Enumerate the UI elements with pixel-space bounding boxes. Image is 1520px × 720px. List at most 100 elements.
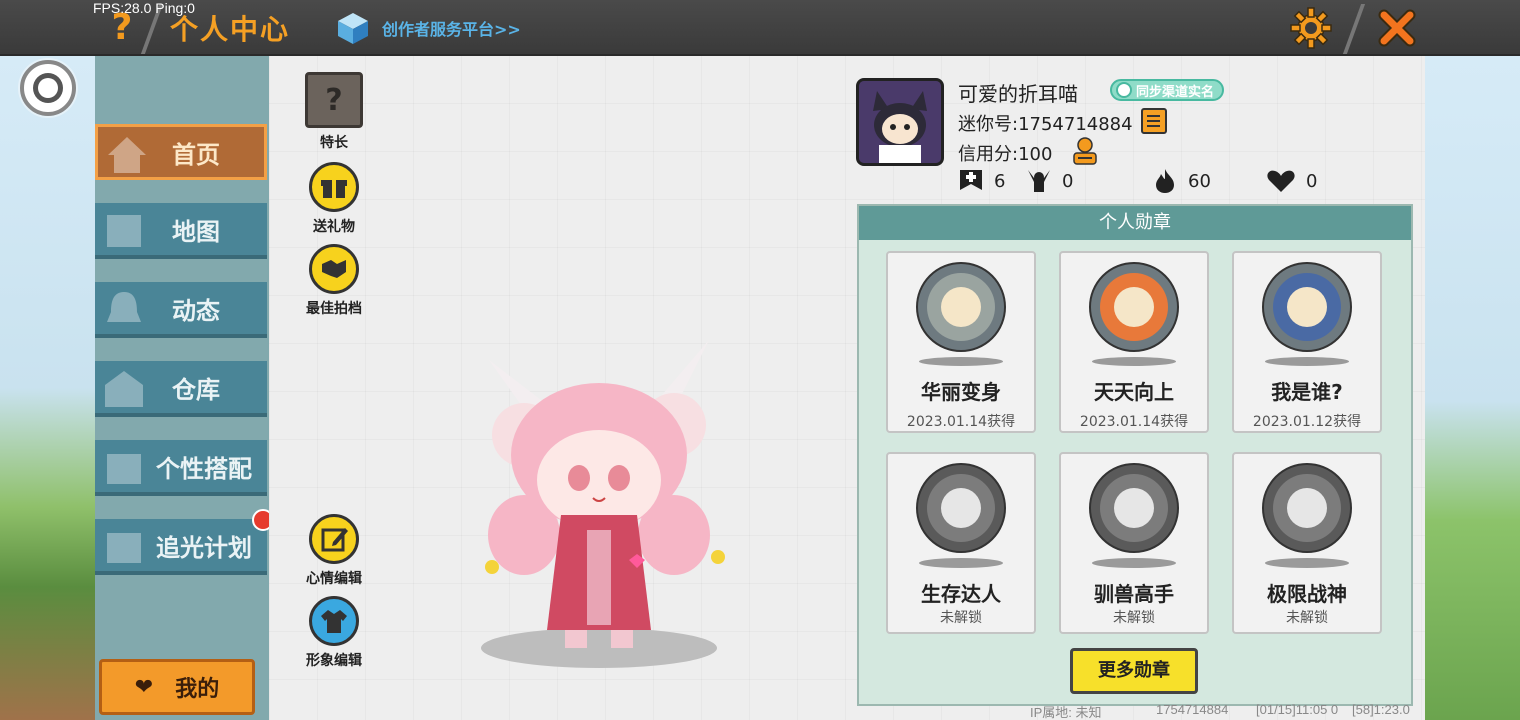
medal-panel-title: 个人勋章 xyxy=(859,206,1411,240)
fps-readout: FPS:28.0 Ping:0 xyxy=(93,0,195,16)
medal-status: 未解锁 xyxy=(1286,610,1328,626)
background-scenery-left xyxy=(0,56,95,720)
fire-icon xyxy=(1156,169,1174,193)
sidebar-item-label: 仓库 xyxy=(172,375,220,404)
medal-name: 驯兽高手 xyxy=(1094,582,1174,606)
medal-card[interactable]: 天天向上 2023.01.14获得 xyxy=(1059,251,1209,433)
fans-stat[interactable]: 0 xyxy=(1026,168,1073,194)
sidebar-item-label: 首页 xyxy=(172,140,220,169)
creator-platform-link[interactable]: 创作者服务平台>> xyxy=(336,8,521,48)
medal-status: 2023.01.14获得 xyxy=(906,414,1016,430)
boss-medal-icon xyxy=(1261,462,1353,554)
divider xyxy=(1342,4,1366,54)
sidebar-item-label: 个性搭配 xyxy=(156,454,252,483)
avatar[interactable] xyxy=(856,78,944,166)
nickname: 可爱的折耳喵 xyxy=(958,82,1078,106)
map-icon xyxy=(107,215,141,247)
costume-medal-icon xyxy=(915,261,1007,353)
cube-icon xyxy=(338,13,368,44)
mini-id: 迷你号:1754714884 xyxy=(958,114,1133,135)
sidebar-item-map[interactable]: 地图 xyxy=(95,203,267,259)
user-verify-icon xyxy=(1116,82,1132,98)
gift-button[interactable]: 送礼物 xyxy=(294,162,374,236)
medal-shadow xyxy=(1092,357,1176,366)
medal-card[interactable]: 极限战神 未解锁 xyxy=(1232,452,1382,634)
add-friend-icon xyxy=(960,170,982,190)
sidebar-item-chase-light[interactable]: 追光计划 xyxy=(95,519,267,575)
horse-medal-icon xyxy=(1088,462,1180,554)
medal-name: 天天向上 xyxy=(1094,380,1174,404)
copy-icon[interactable] xyxy=(1141,108,1167,134)
medal-shadow xyxy=(919,558,1003,568)
medal-card[interactable]: 生存达人 未解锁 xyxy=(886,452,1036,634)
popularity-stat[interactable]: 60 xyxy=(1152,168,1211,194)
calendar-medal-icon xyxy=(1088,261,1180,353)
creator-platform-text: 创作者服务平台>> xyxy=(382,20,521,39)
sidebar-item-feed[interactable]: 动态 xyxy=(95,282,267,338)
gear-icon[interactable] xyxy=(1288,5,1334,51)
sidebar-item-label: 动态 xyxy=(172,296,220,325)
cat-avatar-icon xyxy=(859,81,941,163)
medal-card[interactable]: 驯兽高手 未解锁 xyxy=(1059,452,1209,634)
letter-medal-icon xyxy=(1261,261,1353,353)
image-edit-button[interactable]: 形象编辑 xyxy=(294,596,374,670)
medal-shadow xyxy=(1092,558,1176,568)
credit-score: 信用分:100 xyxy=(958,144,1053,165)
heart-icon: ❤ xyxy=(134,674,154,700)
close-icon[interactable] xyxy=(1374,5,1420,51)
medal-status: 未解锁 xyxy=(1113,610,1155,626)
medal-card[interactable]: 我是谁? 2023.01.12获得 xyxy=(1232,251,1382,433)
friends-count: 6 xyxy=(994,170,1006,192)
credit-user-icon[interactable] xyxy=(1070,136,1100,166)
handshake-icon xyxy=(309,244,359,294)
more-medals-button[interactable]: 更多勋章 xyxy=(1070,648,1198,694)
mine-button[interactable]: ❤ 我的 xyxy=(99,659,255,715)
mood-edit-label: 心情编辑 xyxy=(306,571,362,587)
campfire-medal-icon xyxy=(915,462,1007,554)
medal-card[interactable]: 华丽变身 2023.01.14获得 xyxy=(886,251,1036,433)
sidebar-item-warehouse[interactable]: 仓库 xyxy=(95,361,267,417)
image-edit-label: 形象编辑 xyxy=(306,653,362,669)
sidebar-item-home[interactable]: 首页 xyxy=(95,124,267,180)
medal-shadow xyxy=(1265,558,1349,568)
medal-name: 华丽变身 xyxy=(921,380,1001,404)
verify-label: 同步渠道实名 xyxy=(1136,84,1215,100)
question-block-icon: ? xyxy=(305,72,363,128)
fans-count: 0 xyxy=(1062,170,1074,192)
talent-button[interactable]: ? 特长 xyxy=(294,72,374,152)
gift-icon xyxy=(309,162,359,212)
fans-icon xyxy=(1028,170,1050,192)
sidebar-item-outfit[interactable]: 个性搭配 xyxy=(95,440,267,496)
edit-icon xyxy=(309,514,359,564)
medal-name: 我是谁? xyxy=(1271,380,1343,404)
heart-icon xyxy=(1267,170,1295,192)
partner-label: 最佳拍档 xyxy=(306,301,362,317)
character-avatar[interactable] xyxy=(469,330,729,680)
floating-circle-button[interactable] xyxy=(20,60,76,116)
partner-button[interactable]: 最佳拍档 xyxy=(294,244,374,318)
medal-name: 极限战神 xyxy=(1267,582,1347,606)
likes-stat[interactable]: 0 xyxy=(1266,168,1317,194)
popularity-count: 60 xyxy=(1188,170,1211,192)
footer-time: [01/15]11:05 0 xyxy=(1256,702,1339,717)
clothes-icon xyxy=(309,596,359,646)
likes-count: 0 xyxy=(1306,170,1318,192)
ip-location: IP属地: 未知 xyxy=(1030,705,1102,720)
footer-uid: 1754714884 xyxy=(1156,702,1229,717)
friends-stat[interactable]: 6 xyxy=(958,168,1005,194)
sidebar-item-label: 追光计划 xyxy=(156,533,252,562)
medal-status: 2023.01.14获得 xyxy=(1079,414,1189,430)
verify-button[interactable]: 同步渠道实名 xyxy=(1110,79,1225,101)
bell-icon xyxy=(107,292,141,322)
warehouse-icon xyxy=(105,371,143,407)
gift-label: 送礼物 xyxy=(313,219,355,235)
medal-status: 未解锁 xyxy=(940,610,982,626)
sidebar-item-label: 地图 xyxy=(172,217,220,246)
mood-edit-button[interactable]: 心情编辑 xyxy=(294,514,374,588)
footer-time-secondary: [58]1:23.0 xyxy=(1352,702,1410,717)
background-scenery-right xyxy=(1425,56,1520,720)
medal-shadow xyxy=(919,357,1003,366)
medal-shadow xyxy=(1265,357,1349,366)
talent-label: 特长 xyxy=(320,135,348,151)
medal-name: 生存达人 xyxy=(921,582,1001,606)
